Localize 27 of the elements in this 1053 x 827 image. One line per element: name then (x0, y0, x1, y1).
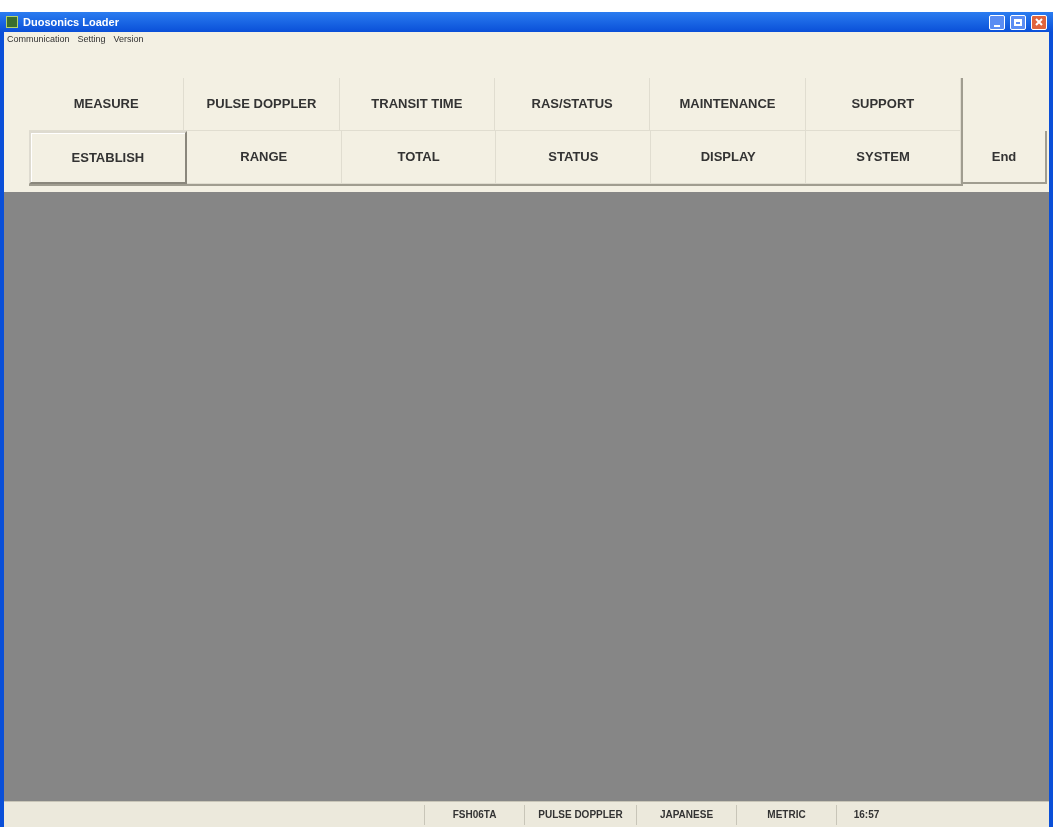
end-button[interactable]: End (963, 131, 1047, 184)
status-bar-field: METRIC (736, 804, 836, 825)
status-bar-field: JAPANESE (636, 804, 736, 825)
function-button[interactable]: STATUS (496, 131, 652, 184)
app-icon (6, 16, 18, 28)
maximize-button[interactable] (1010, 14, 1026, 30)
function-button[interactable]: TRANSIT TIME (339, 78, 495, 131)
window-title: Duosonics Loader (23, 14, 119, 30)
function-button[interactable]: SUPPORT (805, 78, 961, 131)
function-button[interactable]: PULSE DOPPLER (184, 78, 340, 131)
function-button[interactable]: RANGE (186, 131, 342, 184)
menu-item[interactable]: Version (113, 33, 144, 47)
status-bar-field: 16:57 (836, 804, 896, 825)
status-bar-field: FSH06TA (424, 804, 524, 825)
function-button[interactable]: DISPLAY (651, 131, 807, 184)
function-button[interactable]: TOTAL (341, 131, 497, 184)
minimize-button[interactable] (989, 14, 1005, 30)
function-button[interactable]: RAS/STATUS (495, 78, 651, 131)
menu-item[interactable]: Setting (77, 33, 106, 47)
menu-item[interactable]: Communication (7, 33, 70, 47)
close-button[interactable] (1031, 14, 1047, 30)
function-button[interactable]: MAINTENANCE (650, 78, 806, 131)
close-icon (1035, 18, 1043, 26)
status-bar-field: PULSE DOPPLER (524, 804, 636, 825)
function-button[interactable]: MEASURE (29, 78, 185, 131)
function-button[interactable]: SYSTEM (806, 131, 961, 184)
function-button[interactable]: ESTABLISH (29, 131, 187, 184)
